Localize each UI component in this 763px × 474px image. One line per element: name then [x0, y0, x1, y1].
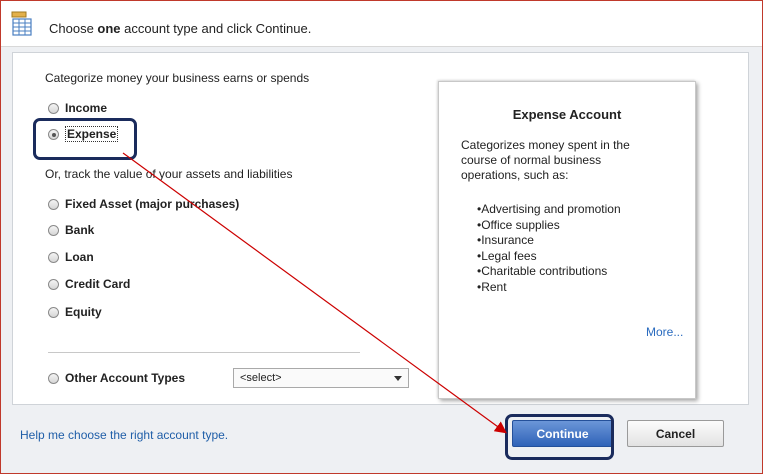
- radio-equity[interactable]: Equity: [48, 303, 102, 321]
- radio-other-account-types[interactable]: Other Account Types: [48, 369, 185, 387]
- radio-expense[interactable]: Expense: [48, 125, 119, 143]
- radio-label-equity: Equity: [65, 305, 102, 319]
- radio-label-credit-card: Credit Card: [65, 277, 131, 291]
- help-link[interactable]: Help me choose the right account type.: [20, 428, 228, 442]
- radio-button-selected[interactable]: [48, 128, 59, 140]
- account-list-icon: [11, 11, 32, 36]
- radio-button[interactable]: [48, 306, 59, 318]
- dialog-window: Choose one account type and click Contin…: [0, 0, 763, 474]
- chevron-down-icon[interactable]: [394, 376, 402, 381]
- account-type-panel: Categorize money your business earns or …: [12, 52, 749, 405]
- list-item: Legal fees: [477, 249, 621, 265]
- radio-income[interactable]: Income: [48, 99, 107, 117]
- list-item: Insurance: [477, 233, 621, 249]
- radio-label-loan: Loan: [65, 250, 94, 264]
- cancel-button[interactable]: Cancel: [627, 420, 724, 447]
- radio-credit-card[interactable]: Credit Card: [48, 275, 130, 293]
- dialog-body: Categorize money your business earns or …: [1, 47, 762, 473]
- radio-fixed-asset[interactable]: Fixed Asset (major purchases): [48, 195, 239, 213]
- track-label: Or, track the value of your assets and l…: [45, 167, 293, 181]
- list-item: Advertising and promotion: [477, 202, 620, 218]
- instruction-suffix: account type and click Continue.: [120, 21, 312, 36]
- description-title: Expense Account: [512, 107, 622, 122]
- continue-button[interactable]: Continue: [512, 420, 613, 447]
- radio-label-fixed-asset: Fixed Asset (major purchases): [65, 197, 240, 211]
- radio-button[interactable]: [48, 102, 59, 114]
- example-list: Advertising and promotion Office supplie…: [477, 202, 621, 296]
- radio-label-bank: Bank: [65, 223, 95, 237]
- radio-label-expense: Expense: [65, 126, 119, 142]
- instruction-text: Choose one account type and click Contin…: [49, 21, 311, 36]
- list-item: Rent: [477, 280, 621, 296]
- other-account-type-select[interactable]: <select>: [233, 368, 409, 388]
- account-description-box: Expense Account Categorizes money spent …: [438, 81, 696, 399]
- radio-button[interactable]: [48, 251, 59, 263]
- radio-bank[interactable]: Bank: [48, 221, 94, 239]
- more-link[interactable]: More...: [646, 325, 683, 339]
- list-item: Office supplies: [477, 218, 621, 234]
- list-item: Charitable contributions: [477, 264, 621, 280]
- select-value: <select>: [240, 372, 282, 384]
- description-text: Categorizes money spent in the course of…: [461, 138, 630, 182]
- categorize-label: Categorize money your business earns or …: [45, 71, 310, 85]
- radio-button[interactable]: [48, 278, 59, 290]
- instruction-prefix: Choose: [49, 21, 98, 36]
- section-divider: [48, 352, 360, 353]
- radio-label-other: Other Account Types: [65, 371, 186, 385]
- radio-button[interactable]: [48, 224, 59, 236]
- instruction-emphasis: one: [97, 21, 121, 36]
- dialog-header: Choose one account type and click Contin…: [1, 1, 762, 47]
- radio-button[interactable]: [48, 372, 59, 384]
- radio-button[interactable]: [48, 198, 59, 210]
- radio-label-income: Income: [65, 101, 108, 115]
- radio-loan[interactable]: Loan: [48, 248, 94, 266]
